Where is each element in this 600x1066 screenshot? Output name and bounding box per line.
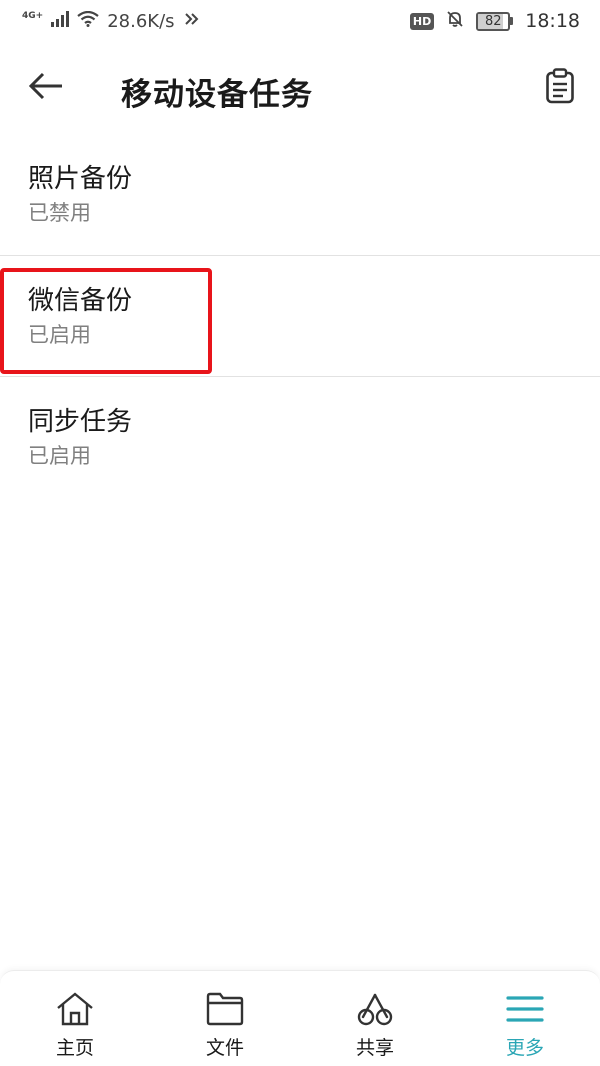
nav-label: 更多 — [505, 1037, 544, 1059]
nav-item-share[interactable]: 共享 — [300, 971, 450, 1066]
clipboard-icon — [545, 68, 575, 108]
task-list: 照片备份 已禁用 微信备份 已启用 同步任务 已启用 — [0, 134, 600, 497]
hd-badge: HD — [409, 12, 435, 30]
nfc-icon — [183, 11, 201, 32]
battery-indicator: 82 — [476, 11, 514, 31]
task-item-photo-backup[interactable]: 照片备份 已禁用 — [0, 134, 600, 255]
battery-level-text: 82 — [484, 13, 502, 29]
task-status: 已启用 — [28, 323, 91, 347]
status-bar-right: HD 82 18:18 — [409, 9, 580, 33]
folder-icon — [205, 989, 245, 1029]
clock: 18:18 — [525, 10, 580, 32]
network-type: 4G+ — [22, 10, 44, 21]
back-button[interactable] — [22, 66, 70, 110]
status-bar: 4G+ 28.6K/s HD 82 18:18 — [0, 0, 600, 42]
task-title: 微信备份 — [28, 286, 133, 316]
task-title: 照片备份 — [28, 164, 133, 194]
nav-label: 共享 — [355, 1037, 394, 1059]
task-status: 已启用 — [28, 444, 91, 468]
mute-bell-icon — [446, 10, 464, 33]
bottom-nav: 主页 文件 共享 更多 — [0, 970, 600, 1066]
page-title: 移动设备任务 — [121, 77, 313, 113]
app-bar: 移动设备任务 — [0, 42, 600, 134]
task-item-wechat-backup[interactable]: 微信备份 已启用 — [0, 255, 600, 376]
task-log-button[interactable] — [540, 68, 580, 108]
task-title: 同步任务 — [28, 407, 133, 437]
task-status: 已禁用 — [28, 201, 91, 225]
nav-item-home[interactable]: 主页 — [0, 971, 150, 1066]
task-item-sync-task[interactable]: 同步任务 已启用 — [0, 376, 600, 497]
nav-label: 文件 — [205, 1037, 244, 1059]
wifi-icon — [77, 10, 99, 32]
nav-item-files[interactable]: 文件 — [150, 971, 300, 1066]
back-arrow-icon — [28, 72, 64, 104]
share-icon — [355, 989, 395, 1029]
signal-icon — [51, 10, 70, 32]
status-bar-left: 4G+ 28.6K/s — [22, 9, 201, 33]
nav-item-more[interactable]: 更多 — [450, 971, 600, 1066]
network-speed: 28.6K/s — [107, 10, 175, 32]
menu-icon — [505, 989, 545, 1029]
nav-label: 主页 — [55, 1037, 94, 1059]
home-icon — [55, 989, 95, 1029]
